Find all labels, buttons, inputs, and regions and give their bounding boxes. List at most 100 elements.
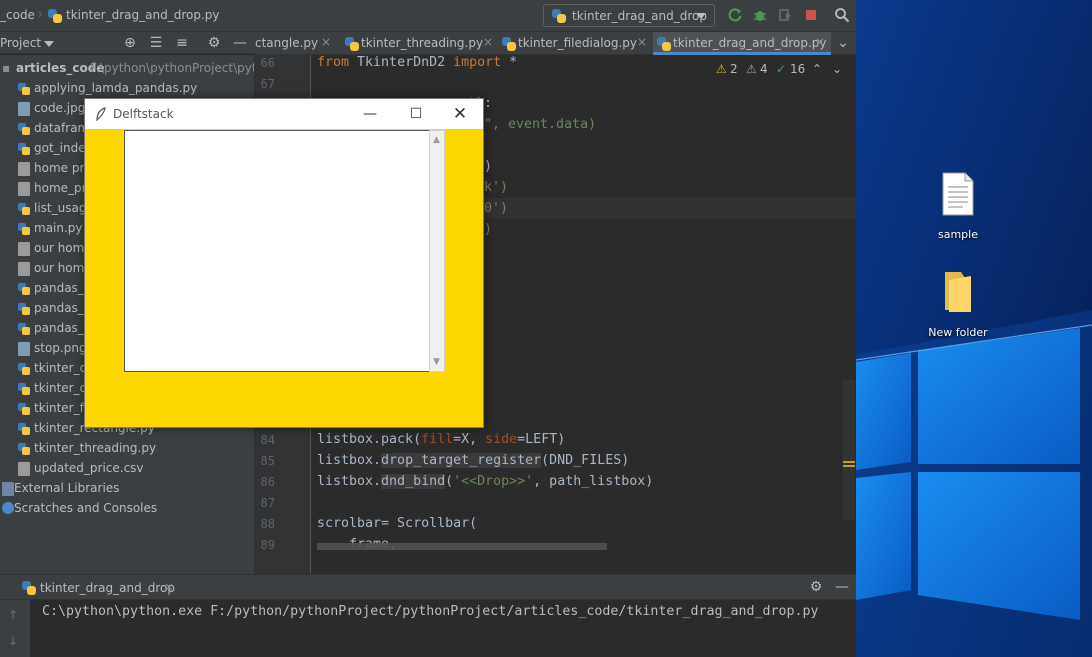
- code-param: fill: [421, 432, 454, 447]
- run-tab-label[interactable]: tkinter_drag_and_drop: [40, 581, 175, 595]
- code-line: from TkinterDnD2 import *: [317, 55, 517, 70]
- tree-external-label: External Libraries: [14, 481, 120, 495]
- tkinter-window-title: Delftstack: [113, 107, 174, 121]
- desktop-icon-sample[interactable]: sample: [916, 172, 1000, 252]
- arrow-down-icon[interactable]: ↓: [8, 634, 18, 648]
- collapse-all-icon[interactable]: ≡: [174, 35, 190, 51]
- warning-count: 2: [730, 62, 738, 76]
- project-panel-title[interactable]: Project: [0, 36, 41, 50]
- expand-all-icon[interactable]: ☰: [148, 35, 164, 51]
- tree-root-path: F:\python\pythonProject\pyth: [90, 61, 255, 75]
- chevron-down-icon[interactable]: ⌄: [835, 35, 851, 51]
- listbox-scrollbar[interactable]: ▲ ▼: [429, 130, 445, 372]
- coverage-icon[interactable]: [777, 7, 793, 23]
- python-file-icon: [345, 37, 359, 51]
- warning-marker[interactable]: [843, 465, 855, 467]
- close-button[interactable]: ✕: [437, 99, 483, 129]
- chevron-down-icon[interactable]: [44, 41, 54, 47]
- image-file-icon: [18, 342, 30, 356]
- inspection-widget[interactable]: ⚠ 2 ⚠ 4 ✓ 16 ⌃ ⌄: [716, 62, 856, 78]
- vertical-scrollbar[interactable]: [843, 380, 855, 520]
- breadcrumb-folder[interactable]: _code: [0, 8, 35, 22]
- tree-item-label: tkinter_threading.py: [34, 441, 157, 455]
- debug-bug-icon[interactable]: [752, 7, 768, 23]
- python-file-icon: [18, 222, 30, 236]
- hide-panel-icon[interactable]: —: [834, 579, 850, 595]
- horizontal-scrollbar[interactable]: [317, 543, 607, 550]
- python-file-icon: [18, 362, 30, 376]
- python-file-icon: [18, 402, 30, 416]
- run-console[interactable]: ↑ ↓ C:\python\python.exe F:/python/pytho…: [0, 600, 856, 657]
- tab-label: tkinter_filedialog.py: [518, 36, 638, 50]
- python-file-icon: [18, 202, 30, 216]
- csv-file-icon: [18, 462, 30, 476]
- close-icon[interactable]: ×: [483, 35, 493, 49]
- tree-scratches[interactable]: Scratches and Consoles: [0, 499, 254, 519]
- breadcrumb-file[interactable]: tkinter_drag_and_drop.py: [66, 8, 220, 22]
- code-text: listbox.: [317, 474, 382, 489]
- desktop-icon-new-folder[interactable]: New folder: [916, 270, 1000, 350]
- image-file-icon: [18, 102, 30, 116]
- tree-external-libraries[interactable]: External Libraries: [0, 479, 254, 499]
- code-fragment-text: nd", event.data): [468, 117, 597, 132]
- python-file-icon: [18, 122, 30, 136]
- close-icon[interactable]: ×: [321, 35, 331, 49]
- tree-item-label: updated_price.csv: [34, 461, 144, 475]
- locate-file-icon[interactable]: ⊕: [122, 35, 138, 51]
- tkinter-window[interactable]: Delftstack — ☐ ✕ ▲ ▼: [84, 98, 484, 428]
- tree-item-label: main.py: [34, 221, 83, 235]
- warning-marker[interactable]: [843, 461, 855, 463]
- tree-root[interactable]: ▪ articles_code F:\python\pythonProject\…: [0, 59, 255, 79]
- line-number: 67: [260, 77, 275, 91]
- close-icon[interactable]: ×: [637, 35, 647, 49]
- tab-drag-and-drop[interactable]: tkinter_drag_and_drop.py ×: [653, 32, 831, 55]
- line-number: 86: [260, 475, 275, 489]
- text-file-icon: [942, 172, 974, 216]
- python-file-icon: [18, 82, 30, 96]
- code-text: =X,: [453, 432, 486, 447]
- typo-count: 16: [790, 62, 806, 76]
- code-param: side: [485, 432, 518, 447]
- code-text: =LEFT): [517, 432, 566, 447]
- breadcrumb-separator: ›: [38, 7, 43, 21]
- tree-item-label: code.jpg: [34, 101, 86, 115]
- hide-panel-icon[interactable]: —: [232, 35, 248, 51]
- code-fragment: nd", event.data): [468, 117, 596, 132]
- tree-item[interactable]: tkinter_threading.py: [18, 439, 254, 459]
- pycharm-ide: _code › tkinter_drag_and_drop.py tkinter…: [0, 0, 856, 657]
- tkinter-titlebar[interactable]: Delftstack — ☐ ✕: [85, 99, 483, 129]
- tab-rectangle[interactable]: ctangle.py ×: [255, 32, 337, 55]
- tab-filedialog[interactable]: tkinter_filedialog.py ×: [498, 32, 653, 55]
- search-icon[interactable]: [834, 7, 850, 23]
- tree-scratches-label: Scratches and Consoles: [14, 501, 158, 515]
- rerun-icon[interactable]: [727, 7, 743, 23]
- line-number: 87: [260, 496, 275, 510]
- code-text: listbox.pack(: [317, 432, 422, 447]
- maximize-button[interactable]: ☐: [393, 99, 439, 129]
- code-text: , path_listbox): [533, 474, 654, 489]
- chevron-down-icon[interactable]: ⌄: [832, 62, 842, 76]
- close-icon[interactable]: ×: [815, 35, 825, 49]
- console-toolbar: ↑ ↓: [0, 600, 30, 657]
- scroll-up-arrow[interactable]: ▲: [433, 135, 440, 145]
- python-file-icon: [48, 9, 62, 23]
- desktop-icon-label: New folder: [928, 326, 988, 339]
- minimize-button[interactable]: —: [347, 99, 393, 129]
- run-configuration-dropdown[interactable]: tkinter_drag_and_drop: [543, 4, 715, 27]
- arrow-up-icon[interactable]: ↑: [8, 608, 18, 622]
- chevron-up-icon[interactable]: ⌃: [812, 62, 822, 76]
- gear-icon[interactable]: ⚙: [808, 579, 824, 595]
- close-icon[interactable]: ×: [164, 580, 174, 594]
- gear-icon[interactable]: ⚙: [206, 35, 222, 51]
- scroll-down-arrow[interactable]: ▼: [433, 357, 440, 367]
- code-text: *: [501, 55, 518, 70]
- stop-icon[interactable]: [803, 7, 819, 23]
- code-method: drop_target_register: [381, 453, 542, 468]
- drop-listbox[interactable]: [124, 130, 430, 372]
- line-number: 88: [260, 517, 275, 531]
- tree-item[interactable]: updated_price.csv: [18, 459, 254, 479]
- tab-threading[interactable]: tkinter_threading.py ×: [341, 32, 499, 55]
- tree-item[interactable]: applying_lamda_pandas.py: [18, 79, 254, 99]
- csv-file-icon: [18, 182, 30, 196]
- line-number: 85: [260, 454, 275, 468]
